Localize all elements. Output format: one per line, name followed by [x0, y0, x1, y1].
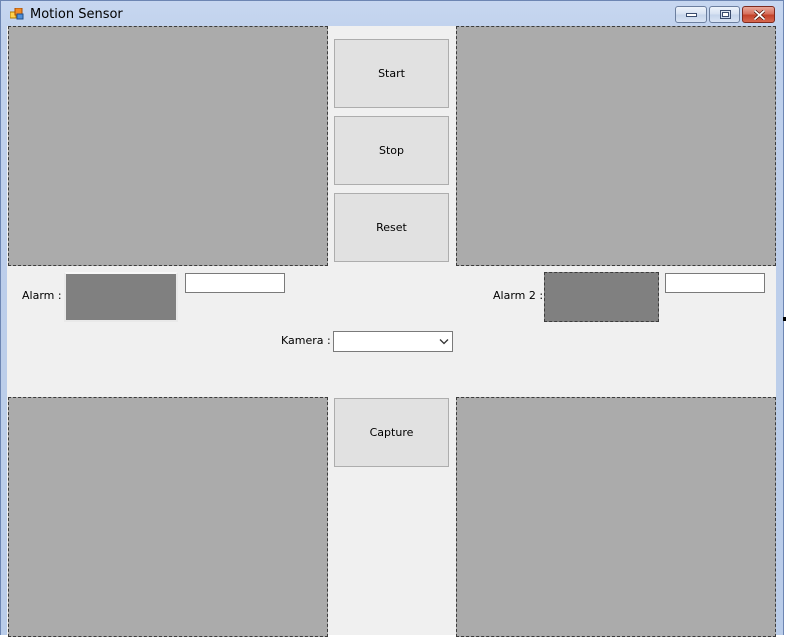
alarm-2-label: Alarm 2 : — [493, 289, 544, 302]
stop-button[interactable]: Stop — [334, 116, 449, 185]
camera-picture-bottom-left — [8, 397, 328, 637]
maximize-button[interactable] — [709, 6, 740, 23]
close-button[interactable] — [742, 6, 775, 23]
kamera-label: Kamera : — [281, 334, 331, 347]
reset-button[interactable]: Reset — [334, 193, 449, 262]
close-icon — [754, 10, 765, 20]
capture-button[interactable]: Capture — [334, 398, 449, 467]
minimize-icon — [686, 13, 697, 17]
camera-picture-bottom-right — [456, 397, 776, 637]
title-bar[interactable]: Motion Sensor — [1, 1, 785, 27]
window-title: Motion Sensor — [30, 7, 123, 22]
kamera-dropdown[interactable] — [333, 331, 453, 352]
start-button[interactable]: Start — [334, 39, 449, 108]
alarm-2-textbox[interactable] — [665, 273, 765, 293]
maximize-icon — [720, 10, 731, 19]
alarm-indicator — [64, 272, 178, 322]
app-icon — [10, 8, 24, 20]
alarm-label: Alarm : — [22, 289, 62, 302]
form-client-area: Start Stop Reset Capture Alarm : Alarm 2… — [7, 26, 776, 637]
minimize-button[interactable] — [675, 6, 707, 23]
alarm-textbox[interactable] — [185, 273, 285, 293]
camera-picture-top-right — [456, 26, 776, 266]
chevron-down-icon — [439, 339, 449, 345]
alarm-2-indicator — [544, 272, 659, 322]
camera-picture-top-left — [8, 26, 328, 266]
